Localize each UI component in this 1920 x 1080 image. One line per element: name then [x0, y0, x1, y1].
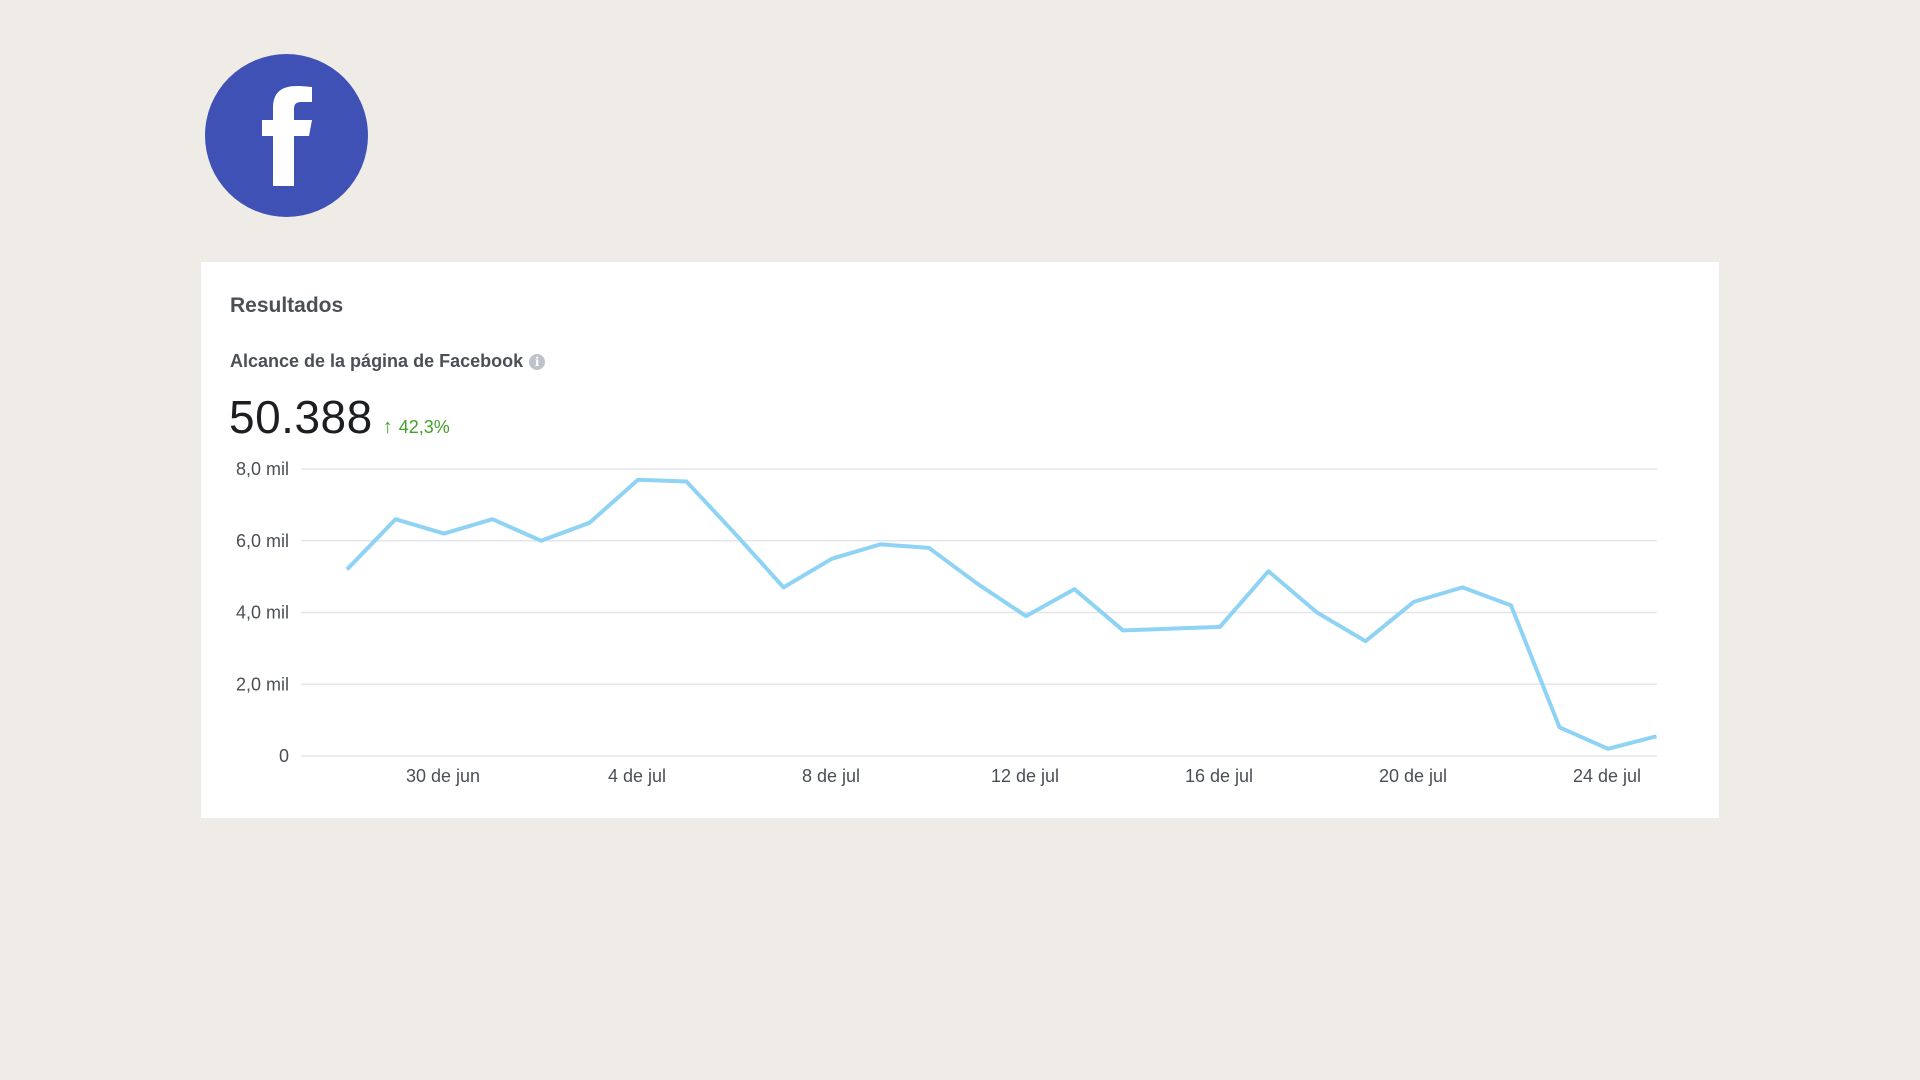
- y-tick-label: 0: [279, 746, 289, 766]
- reach-line-chart: 0 2,0 mil 4,0 mil 6,0 mil 8,0 mil 30 de jun 4 …: [236, 459, 1658, 786]
- x-tick-label: 12 de jul: [991, 766, 1059, 786]
- x-tick-label: 30 de jun: [406, 766, 480, 786]
- facebook-logo-icon: [205, 54, 368, 217]
- y-tick-label: 8,0 mil: [236, 459, 289, 479]
- results-card: Resultados Alcance de la página de Faceb…: [201, 262, 1719, 818]
- y-tick-label: 4,0 mil: [236, 603, 289, 623]
- x-tick-label: 8 de jul: [802, 766, 860, 786]
- x-tick-label: 16 de jul: [1185, 766, 1253, 786]
- x-tick-label: 24 de jul: [1573, 766, 1641, 786]
- y-tick-label: 6,0 mil: [236, 531, 289, 551]
- series-line: [345, 477, 1658, 751]
- x-tick-label: 20 de jul: [1379, 766, 1447, 786]
- x-tick-label: 4 de jul: [608, 766, 666, 786]
- y-tick-label: 2,0 mil: [236, 674, 289, 694]
